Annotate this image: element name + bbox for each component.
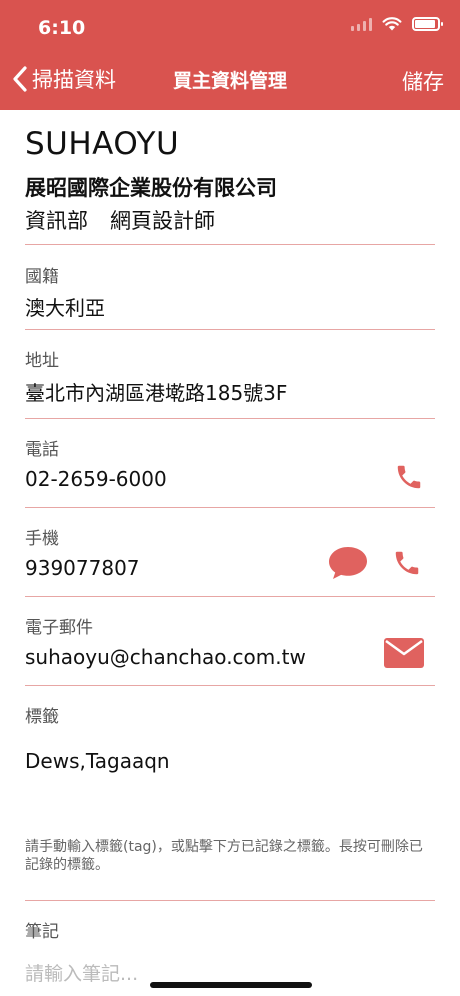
status-time: 6:10 bbox=[38, 17, 86, 39]
save-button[interactable]: 儲存 bbox=[402, 66, 444, 96]
nationality-value[interactable]: 澳大利亞 bbox=[25, 292, 105, 321]
status-icons bbox=[351, 16, 443, 31]
tags-hint: 請手動輸入標籤(tag)，或點擊下方已記錄之標籤。長按可刪除已記錄的標籤。 bbox=[25, 839, 423, 873]
divider bbox=[25, 507, 435, 508]
department-title: 資訊部 網頁設計師 bbox=[25, 205, 215, 235]
phone-value[interactable]: 02-2659-6000 bbox=[25, 467, 167, 491]
home-indicator[interactable] bbox=[150, 982, 312, 988]
company-name: 展昭國際企業股份有限公司 bbox=[25, 176, 277, 200]
tags-label: 標籤 bbox=[25, 707, 59, 727]
wifi-icon bbox=[382, 17, 402, 31]
address-value[interactable]: 臺北市內湖區港墘路185號3F bbox=[25, 377, 287, 406]
phone-icon[interactable] bbox=[394, 462, 424, 492]
buyer-info-screen: 6:10 掃描資料 買主資料管理 儲存 SUHAOYU 展昭國際企業股份有限公司… bbox=[0, 0, 460, 996]
nationality-label: 國籍 bbox=[25, 267, 59, 287]
chevron-left-icon bbox=[13, 66, 27, 92]
divider bbox=[25, 244, 435, 245]
tags-input[interactable]: Dews,Tagaaqn bbox=[25, 749, 170, 773]
cellular-signal-icon bbox=[351, 17, 372, 31]
email-label: 電子郵件 bbox=[25, 618, 93, 638]
mobile-label: 手機 bbox=[25, 529, 59, 549]
battery-icon bbox=[412, 16, 443, 31]
job-title: 網頁設計師 bbox=[110, 209, 215, 233]
phone-label: 電話 bbox=[25, 440, 59, 460]
notes-label: 筆記 bbox=[25, 922, 59, 942]
divider bbox=[25, 685, 435, 686]
phone-icon[interactable] bbox=[392, 548, 422, 578]
header-bar: 6:10 掃描資料 買主資料管理 儲存 bbox=[0, 0, 460, 110]
speech-bubble-icon[interactable] bbox=[328, 545, 368, 581]
contact-name: SUHAOYU bbox=[25, 126, 180, 162]
divider bbox=[25, 329, 435, 330]
back-button-label: 掃描資料 bbox=[32, 68, 116, 92]
address-label: 地址 bbox=[25, 351, 59, 371]
mobile-value[interactable]: 939077807 bbox=[25, 556, 140, 580]
envelope-icon[interactable] bbox=[384, 637, 424, 669]
divider bbox=[25, 418, 435, 419]
divider bbox=[25, 900, 435, 901]
back-button[interactable]: 掃描資料 bbox=[12, 64, 116, 94]
department: 資訊部 bbox=[25, 209, 88, 233]
divider bbox=[25, 596, 435, 597]
email-value[interactable]: suhaoyu@chanchao.com.tw bbox=[25, 645, 306, 669]
